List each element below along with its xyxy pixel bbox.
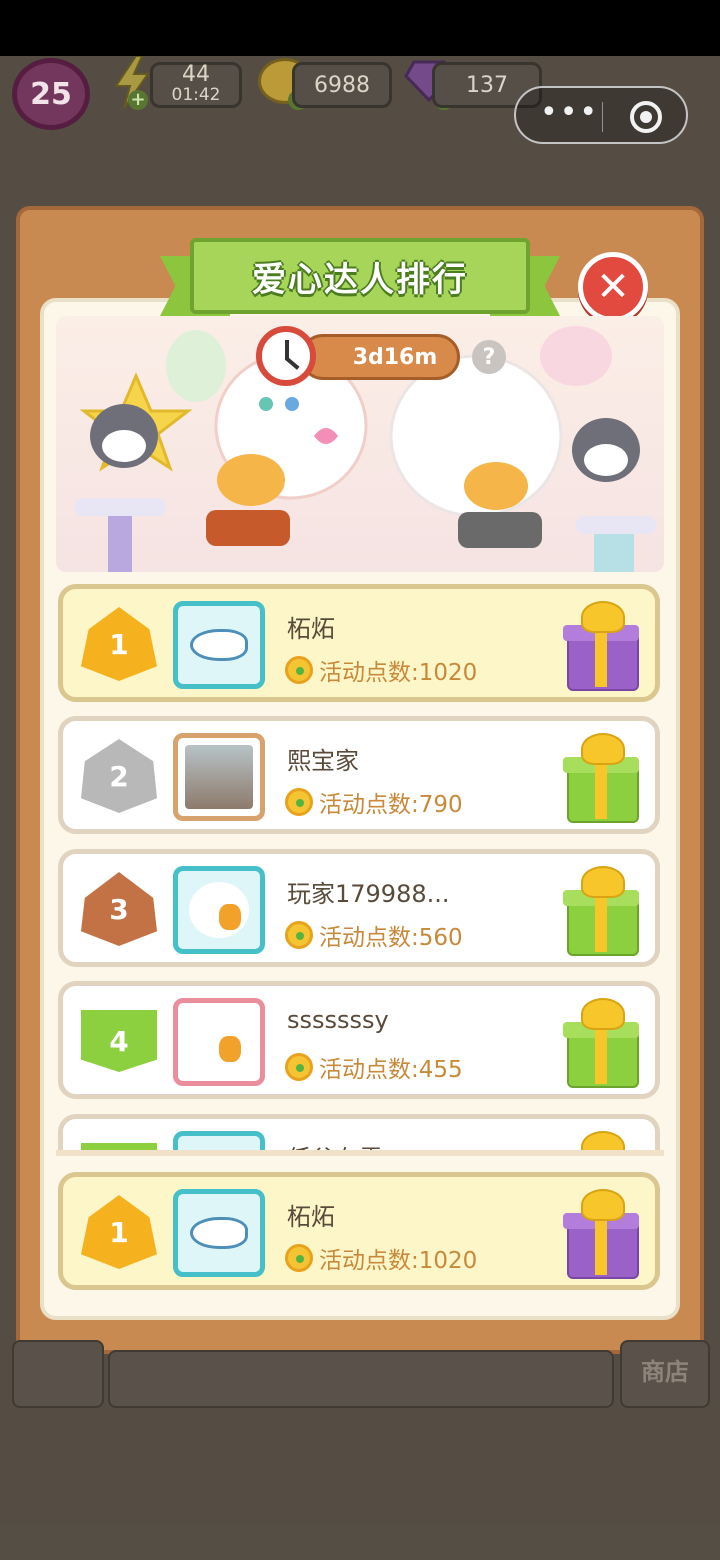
fish-avatar-icon (190, 629, 248, 661)
gift-box-icon[interactable] (563, 733, 639, 823)
countdown-text: 3d16m (352, 344, 438, 370)
help-button[interactable]: ? (472, 340, 506, 374)
rank-number: 1 (109, 627, 129, 661)
bronze-badge: 3 (81, 872, 157, 946)
rank-number: 1 (109, 1215, 129, 1249)
duck-avatar-icon (189, 1014, 249, 1070)
silver-badge: 2 (81, 739, 157, 813)
avatar[interactable] (173, 866, 265, 954)
avatar[interactable] (173, 1189, 265, 1277)
help-icon: ? (482, 344, 496, 370)
shop-button[interactable]: 商店 (620, 1340, 710, 1408)
rank-row-1[interactable]: 1 柘炻 活动点数:1020 (58, 584, 660, 702)
duck-avatar-icon (189, 882, 249, 938)
my-rank-row[interactable]: 1 柘炻 活动点数:1020 (58, 1172, 660, 1290)
clover-icon (285, 1244, 313, 1272)
avatar[interactable] (173, 998, 265, 1086)
panel-title: 爱心达人排行 (252, 259, 468, 300)
player-name: 玩家179988... (287, 880, 450, 908)
gift-box-icon[interactable] (563, 1131, 639, 1152)
clover-icon (285, 656, 313, 684)
score: 活动点数:1020 (285, 653, 477, 687)
gold-crown-badge: 1 (81, 1195, 157, 1269)
rank-row-3[interactable]: 3 玩家179988... 活动点数:560 (58, 849, 660, 967)
close-button[interactable]: ✕ (578, 252, 648, 322)
rank-row-5-card: 低谷有雪 (58, 1114, 660, 1152)
score: 活动点数:790 (285, 785, 463, 819)
fish-avatar-icon (190, 1217, 248, 1249)
player-name: 柘炻 (287, 615, 335, 643)
green-rank-badge: 4 (81, 1010, 157, 1072)
list-divider (56, 1150, 664, 1156)
clock-icon (256, 326, 316, 386)
rank-number: 3 (109, 892, 129, 926)
score-text: 活动点数:1020 (319, 1248, 478, 1274)
player-name: 柘炻 (287, 1203, 335, 1231)
close-icon: ✕ (596, 264, 630, 310)
player-name: 熙宝家 (287, 747, 359, 775)
player-name: sssssssy (287, 1006, 389, 1034)
score-text: 活动点数:790 (319, 792, 463, 818)
gift-box-icon[interactable] (563, 601, 639, 691)
score: 活动点数:1020 (285, 1241, 477, 1275)
avatar[interactable] (173, 1131, 265, 1152)
rank-number: 4 (109, 1024, 129, 1058)
bottom-bar (108, 1350, 614, 1408)
gift-box-icon[interactable] (563, 998, 639, 1088)
bottom-left-button[interactable] (12, 1340, 104, 1408)
score-text: 活动点数:455 (319, 1057, 463, 1083)
clover-icon (285, 1053, 313, 1081)
rank-row-4[interactable]: 4 sssssssy 活动点数:455 (58, 981, 660, 1099)
rank-number: 2 (109, 759, 129, 793)
status-bar (0, 0, 720, 56)
clover-icon (285, 921, 313, 949)
avatar[interactable] (173, 601, 265, 689)
profile-photo (185, 745, 253, 809)
gold-crown-badge: 1 (81, 607, 157, 681)
rank-row-5[interactable]: 低谷有雪 (58, 1114, 660, 1152)
score: 活动点数:455 (285, 1050, 463, 1084)
countdown-timer: 3d16m (300, 334, 460, 380)
title-ribbon: 爱心达人排行 (190, 238, 530, 314)
score-text: 活动点数:1020 (319, 660, 478, 686)
gift-box-icon[interactable] (563, 1189, 639, 1279)
score-text: 活动点数:560 (319, 925, 463, 951)
gift-box-icon[interactable] (563, 866, 639, 956)
score: 活动点数:560 (285, 918, 463, 952)
rank-row-2[interactable]: 2 熙宝家 活动点数:790 (58, 716, 660, 834)
shop-label: 商店 (641, 1358, 689, 1386)
avatar[interactable] (173, 733, 265, 821)
clover-icon (285, 788, 313, 816)
